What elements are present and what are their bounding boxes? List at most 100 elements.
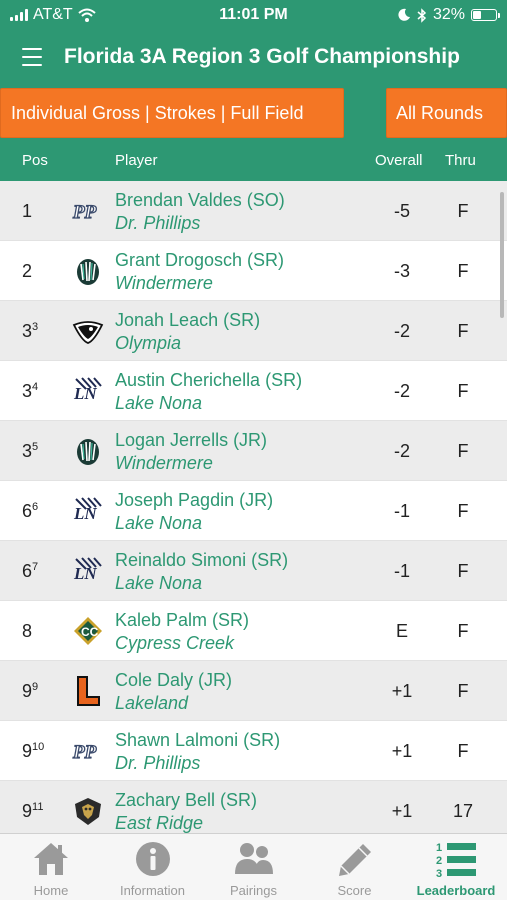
- player-name: Brendan Valdes (SO): [115, 190, 285, 210]
- tie-index: 6: [32, 501, 39, 513]
- table-row[interactable]: 35 Logan Jerrells (JR) Windermere -2 F: [0, 421, 507, 481]
- position: 8: [22, 621, 33, 641]
- thru-value: F: [457, 681, 469, 701]
- thru-value: F: [457, 741, 469, 761]
- tie-index: 4: [32, 381, 39, 393]
- position: 67: [22, 561, 39, 581]
- rounds-button[interactable]: All Rounds: [386, 88, 507, 138]
- team-name: Dr. Phillips: [115, 753, 201, 773]
- position: 34: [22, 381, 39, 401]
- home-icon: [34, 843, 68, 875]
- lake-nona-logo: LN: [72, 375, 104, 407]
- svg-text:1: 1: [436, 842, 442, 854]
- table-row[interactable]: 34 LN Austin Cherichella (SR) Lake Nona -2 F: [0, 361, 507, 421]
- bluetooth-icon: [417, 7, 427, 23]
- team-name: Windermere: [115, 273, 213, 293]
- tab-home[interactable]: Home: [0, 834, 102, 901]
- overall-score: -1: [393, 561, 410, 581]
- scrollbar[interactable]: [500, 192, 504, 318]
- lake-nona-logo: LN: [72, 555, 104, 587]
- position: 99: [22, 681, 39, 701]
- position: 911: [22, 801, 44, 821]
- svg-text:3: 3: [436, 868, 442, 880]
- olympia-logo: [72, 315, 104, 347]
- team-name: Dr. Phillips: [115, 213, 201, 233]
- overall-score: E: [395, 621, 408, 641]
- team-name: Lake Nona: [115, 573, 203, 593]
- player-name: Austin Cherichella (SR): [115, 370, 303, 390]
- tab-leaderboard[interactable]: 1 2 3 Leaderboard: [405, 834, 507, 901]
- overall-score: -1: [393, 501, 410, 521]
- status-right: 32%: [397, 6, 500, 24]
- player-name: Cole Daly (JR): [115, 670, 233, 690]
- tab-pairings-label: Pairings: [230, 883, 277, 898]
- table-row[interactable]: 33 Jonah Leach (SR) Olympia -2 F: [0, 301, 507, 361]
- overall-score: -3: [393, 261, 410, 281]
- tie-index: 3: [32, 321, 39, 333]
- tab-leaderboard-label: Leaderboard: [416, 883, 496, 898]
- team-name: Lake Nona: [115, 513, 203, 533]
- lake-nona-logo: LN: [72, 495, 104, 527]
- position: 2: [22, 261, 33, 281]
- player-name: Grant Drogosch (SR): [115, 250, 285, 270]
- position: 35: [22, 441, 39, 461]
- team-name: Lake Nona: [115, 393, 203, 413]
- svg-text:2: 2: [436, 855, 442, 867]
- column-thru: Thru: [445, 152, 476, 169]
- table-row[interactable]: 99 Cole Daly (JR) Lakeland +1 F: [0, 661, 507, 721]
- position: 66: [22, 501, 39, 521]
- leaderboard-icon: 1 2 3: [436, 842, 476, 880]
- tie-index: 5: [32, 441, 39, 453]
- status-bar: AT&T 11:01 PM 32%: [0, 0, 507, 30]
- cypress-creek-logo: CC: [72, 615, 104, 647]
- thru-value: F: [457, 381, 469, 401]
- nav-bar: Florida 3A Region 3 Golf Championship: [0, 30, 507, 86]
- player-name: Shawn Lalmoni (SR): [115, 730, 281, 750]
- svg-text:PP: PP: [72, 202, 97, 223]
- player-name: Reinaldo Simoni (SR): [115, 550, 289, 570]
- tab-pairings[interactable]: Pairings: [203, 834, 304, 901]
- windermere-logo: [72, 435, 104, 467]
- moon-icon: [398, 8, 410, 21]
- tab-score-label: Score: [337, 883, 372, 898]
- leaderboard-list[interactable]: 1 PP Brendan Valdes (SO) Dr. Phillips -5 F 2 Gr…: [0, 181, 507, 833]
- table-row[interactable]: 8 CC Kaleb Palm (SR) Cypress Creek E F: [0, 601, 507, 661]
- tab-score[interactable]: Score: [304, 834, 405, 901]
- people-icon: [234, 843, 273, 874]
- table-row[interactable]: 911 Zachary Bell (SR) East Ridge +1 17: [0, 781, 507, 833]
- info-icon: [135, 842, 170, 876]
- table-header: Pos Player Overall Thru: [0, 140, 507, 181]
- column-overall: Overall: [375, 152, 423, 169]
- thru-value: F: [457, 501, 469, 521]
- tab-home-label: Home: [33, 883, 69, 898]
- tie-index: 7: [32, 561, 39, 573]
- overall-score: -2: [393, 441, 410, 461]
- battery-percent: 32%: [432, 6, 465, 23]
- tie-index: 11: [32, 801, 44, 813]
- overall-score: +1: [391, 741, 413, 761]
- battery-icon: [471, 9, 500, 21]
- table-row[interactable]: 910 PP Shawn Lalmoni (SR) Dr. Phillips +1 F: [0, 721, 507, 781]
- table-row[interactable]: 2 Grant Drogosch (SR) Windermere -3 F: [0, 241, 507, 301]
- player-name: Joseph Pagdin (JR): [115, 490, 274, 510]
- table-row[interactable]: 1 PP Brendan Valdes (SO) Dr. Phillips -5 F: [0, 181, 507, 241]
- overall-score: -5: [393, 201, 410, 221]
- tab-bar: Home Information Pairings Score 1 2 3 Le…: [0, 833, 507, 900]
- team-name: Cypress Creek: [115, 633, 235, 653]
- player-name: Kaleb Palm (SR): [115, 610, 250, 630]
- dr-phillips-logo: PP: [71, 195, 104, 227]
- dr-phillips-logo: PP: [71, 735, 104, 767]
- thru-value: F: [457, 261, 469, 281]
- tab-information[interactable]: Information: [102, 834, 203, 901]
- menu-icon[interactable]: [22, 48, 42, 66]
- leaderboard-type-button[interactable]: Individual Gross | Strokes | Full Field: [0, 88, 344, 138]
- page-title: Florida 3A Region 3 Golf Championship: [64, 45, 460, 68]
- position: 1: [22, 201, 33, 221]
- team-name: Olympia: [115, 333, 182, 353]
- thru-value: F: [457, 621, 469, 641]
- thru-value: F: [457, 321, 469, 341]
- filter-bar: Individual Gross | Strokes | Full Field …: [0, 86, 507, 140]
- tab-information-label: Information: [119, 883, 186, 898]
- table-row[interactable]: 67 LN Reinaldo Simoni (SR) Lake Nona -1 F: [0, 541, 507, 601]
- table-row[interactable]: 66 LN Joseph Pagdin (JR) Lake Nona -1 F: [0, 481, 507, 541]
